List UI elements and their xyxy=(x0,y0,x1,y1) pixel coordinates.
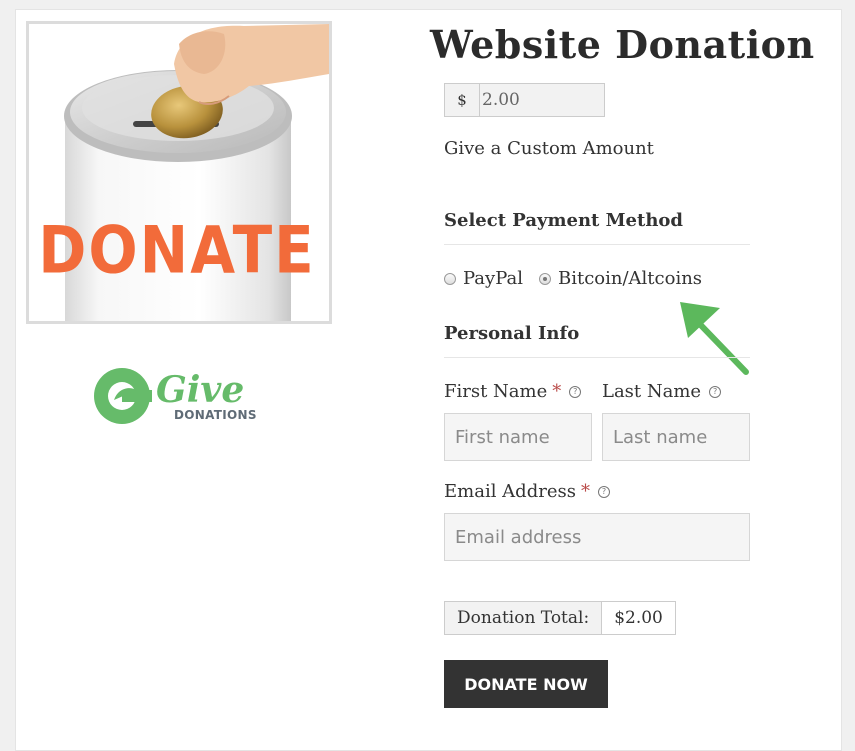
first-name-label-row: First Name * ? xyxy=(444,381,582,402)
last-name-label-row: Last Name ? xyxy=(602,381,722,402)
payment-option-paypal[interactable]: PayPal xyxy=(444,268,523,289)
help-icon[interactable]: ? xyxy=(709,385,722,398)
custom-amount-link[interactable]: Give a Custom Amount xyxy=(444,138,654,159)
donate-now-button[interactable]: DONATE NOW xyxy=(444,660,608,708)
bitcoin-label: Bitcoin/Altcoins xyxy=(558,268,703,289)
donation-can-image: DONATE xyxy=(26,21,332,324)
required-asterisk: * xyxy=(580,481,590,502)
required-asterisk: * xyxy=(552,381,562,402)
donation-form-card: DONATE Give DONATIONS Website Donation $… xyxy=(15,9,842,751)
donation-amount-input[interactable]: 2.00 xyxy=(480,83,605,117)
donation-total-amount: $2.00 xyxy=(602,601,676,635)
last-name-field[interactable]: Last name xyxy=(602,413,750,461)
give-logo: Give DONATIONS xyxy=(92,366,282,430)
payment-method-options: PayPal Bitcoin/Altcoins xyxy=(444,268,718,289)
help-icon[interactable]: ? xyxy=(569,385,582,398)
currency-symbol: $ xyxy=(444,83,480,117)
give-logo-word: Give xyxy=(156,369,244,411)
paypal-label: PayPal xyxy=(463,268,523,289)
donation-total: Donation Total: $2.00 xyxy=(444,601,676,635)
paypal-radio[interactable] xyxy=(444,272,456,285)
coin-donation-can-illustration: DONATE xyxy=(29,24,329,321)
bitcoin-radio[interactable] xyxy=(539,272,551,285)
can-label-text: DONATE xyxy=(38,213,316,289)
help-icon[interactable]: ? xyxy=(597,485,610,498)
give-logo-subtitle: DONATIONS xyxy=(174,408,257,422)
personal-info-heading: Personal Info xyxy=(444,323,750,358)
first-name-label: First Name xyxy=(444,381,548,402)
payment-method-heading: Select Payment Method xyxy=(444,210,750,245)
form-title: Website Donation xyxy=(430,22,815,67)
email-label-row: Email Address * ? xyxy=(444,481,610,502)
donation-total-label: Donation Total: xyxy=(444,601,603,635)
payment-option-bitcoin[interactable]: Bitcoin/Altcoins xyxy=(539,268,702,289)
first-name-field[interactable]: First name xyxy=(444,413,592,461)
donation-amount-group: $ 2.00 xyxy=(444,83,605,117)
last-name-label: Last Name xyxy=(602,381,702,402)
email-label: Email Address xyxy=(444,481,576,502)
email-field[interactable]: Email address xyxy=(444,513,750,561)
